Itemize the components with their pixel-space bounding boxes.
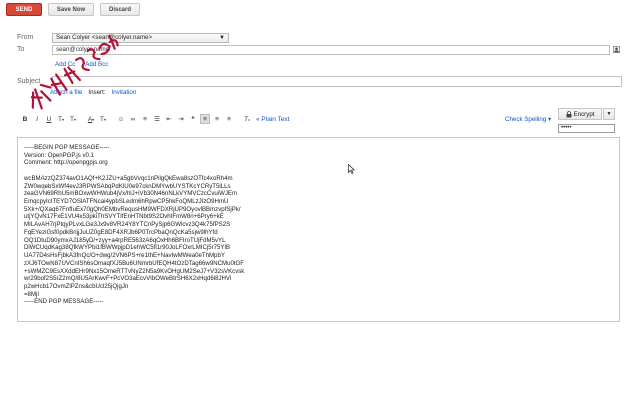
message-line: zXJ6TOwN87UVCnISh6sOmaqfXJ5Bu6UNmrbUfEQH… xyxy=(24,259,245,267)
indent-more-icon[interactable]: ⇥ xyxy=(176,114,186,124)
format-toolbar: B I U T ▾ T ▾ A ▾ T ▾ ☺ ∞ ≡ ☰ ⇤ ⇥ ❝ ≡ ≡ ≡ Tx… xyxy=(20,114,289,124)
underline-icon[interactable]: U xyxy=(44,114,54,124)
font-size-icon[interactable]: T ▾ xyxy=(68,114,78,124)
encrypt-options-button[interactable]: ▼ xyxy=(603,108,615,120)
align-right-icon[interactable]: ≡ xyxy=(224,114,234,124)
message-line: Comment: http://openpgpjs.org xyxy=(24,159,108,167)
message-line: 5Xk+/QXaq67FnfIuEx70gQh0EMbvRequsHM9WFDX… xyxy=(24,205,241,213)
quote-icon[interactable]: ❝ xyxy=(188,114,198,124)
message-line: -----BEGIN PGP MESSAGE----- xyxy=(24,144,110,151)
check-spelling-link[interactable]: Check Spelling ▾ xyxy=(505,116,551,123)
password-input[interactable]: ••••• xyxy=(558,124,615,133)
message-line: DlWCUqdKag38QfkWYPbi1fBWWpjpD1ehWC5fl1r9… xyxy=(24,244,230,252)
align-center-icon[interactable]: ≡ xyxy=(212,114,222,124)
chevron-down-icon: ▾ xyxy=(546,116,552,123)
save-now-button[interactable]: Save Now xyxy=(48,3,94,16)
encrypt-button[interactable]: Encrypt xyxy=(558,108,602,120)
font-family-icon[interactable]: T ▾ xyxy=(56,114,66,124)
indent-less-icon[interactable]: ⇤ xyxy=(164,114,174,124)
align-left-icon[interactable]: ≡ xyxy=(200,114,210,124)
discard-button[interactable]: Discard xyxy=(100,3,140,16)
italic-icon[interactable]: I xyxy=(32,114,42,124)
message-line: OQ1DtuD90ymxAJ185yD/+zyy+a4rpRE563zA6qOx… xyxy=(24,236,226,244)
message-line: UA77D4sHsFjbkA3fnQc/O+dwg/2VN6PS+re1thE+… xyxy=(24,252,225,260)
lock-icon xyxy=(566,110,571,117)
message-line: EmqcpyIcITEYD7OSlATFNcai4ypbSLedm6hRpwCP… xyxy=(24,198,229,206)
contact-picker-icon[interactable] xyxy=(613,46,620,53)
message-line: =8MjI xyxy=(24,290,40,298)
message-line: MILAvAH7rjPtqyPLvxLGe3Jx9v8VR24Y8YTCnPyS… xyxy=(24,221,231,229)
encrypt-label: Encrypt xyxy=(573,110,595,118)
message-line: wcBMAzzQZ374avO1AQf+K2JZU+a5gbVvqc1nPilg… xyxy=(24,174,233,182)
send-button[interactable]: SEND xyxy=(6,3,42,16)
message-line: Version: OpenPGP.js v0.1 xyxy=(24,151,95,159)
message-body[interactable]: -----BEGIN PGP MESSAGE----- Version: Open… xyxy=(17,137,620,322)
message-line: -----END PGP MESSAGE----- xyxy=(24,298,104,306)
check-spelling-label: Check Spelling xyxy=(505,116,547,123)
plain-text-link[interactable]: « Plain Text xyxy=(256,116,289,123)
pgp-message-text: -----BEGIN PGP MESSAGE----- Version: Open… xyxy=(24,144,244,306)
message-line: FqEYeziGsf0pdkBrijjJuUZ0gE8DF4XRJb6P0Trc… xyxy=(24,228,218,236)
chevron-down-icon: ▼ xyxy=(606,111,612,117)
message-line: wr29bof2S5rZ2mQ/8U5ArKwvF+PcVO3aEcvVIbOW… xyxy=(24,275,232,283)
text-color-icon[interactable]: A ▾ xyxy=(86,114,96,124)
link-icon[interactable]: ∞ xyxy=(128,114,138,124)
mouse-cursor-icon xyxy=(348,164,355,174)
message-line: zeaGVN69RhU5mBOxwWHWub4jVx/hlJ+iVb30N46n… xyxy=(24,190,238,198)
chevron-down-icon: ▼ xyxy=(219,35,225,41)
bold-icon[interactable]: B xyxy=(20,114,30,124)
compose-action-bar: SEND Save Now Discard xyxy=(6,3,140,16)
watermark-stamp xyxy=(30,34,119,110)
bulleted-list-icon[interactable]: ☰ xyxy=(152,114,162,124)
numbered-list-icon[interactable]: ≡ xyxy=(140,114,150,124)
message-line: utjYQvN17FxE1VU4x53pkiThSVYTIfEnHTNbt9S2… xyxy=(24,213,224,221)
message-line: ZW0wqebSxWf4evJ3RPWSAbqPdKlU0e97cknDMYwb… xyxy=(24,182,231,190)
message-line xyxy=(24,167,244,175)
remove-formatting-icon[interactable]: Tx xyxy=(242,114,252,124)
highlight-color-icon[interactable]: T ▾ xyxy=(98,114,108,124)
message-line: p2wHcb17OvmZlPZns&cbUcl25jQjgJn xyxy=(24,282,129,290)
emoji-icon[interactable]: ☺ xyxy=(116,114,126,124)
message-line: +sWMZC9EsXXddEHr9Nx15OmeRTTvNyZ2N5a9KvOH… xyxy=(24,267,245,275)
